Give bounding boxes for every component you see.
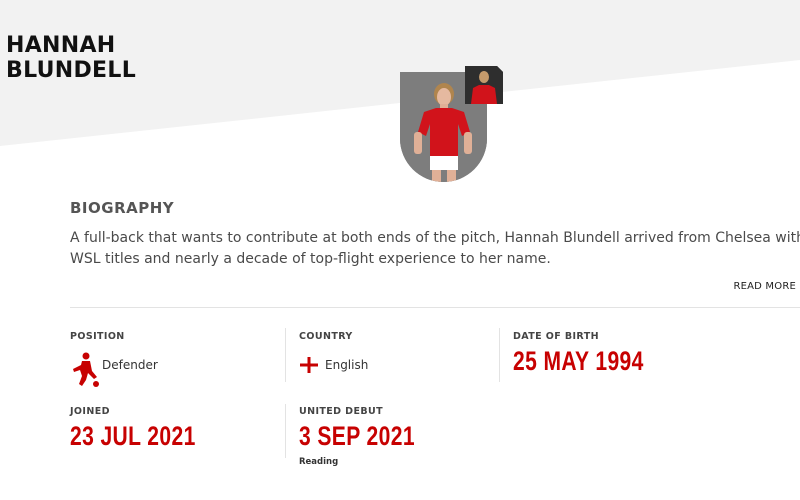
read-more-link[interactable]: READ MORE <box>733 281 796 292</box>
biography-line: WSL titles and nearly a decade of top-fl… <box>70 251 551 267</box>
footballer-icon <box>73 352 99 387</box>
player-name: HANNAH BLUNDELL <box>6 33 136 83</box>
position-value: Defender <box>102 358 158 372</box>
column-divider <box>285 328 286 382</box>
biography-line: A full-back that wants to contribute at … <box>70 230 800 246</box>
england-flag-icon <box>300 357 318 373</box>
player-first-name: HANNAH <box>6 33 116 58</box>
player-thumbnail-image <box>465 66 503 104</box>
joined-value: 23 JUL 2021 <box>70 421 196 451</box>
country-value: English <box>325 358 369 372</box>
country-label: COUNTRY <box>299 331 353 342</box>
united-debut-opponent: Reading <box>299 457 339 467</box>
column-divider <box>499 328 500 382</box>
player-last-name: BLUNDELL <box>6 58 137 83</box>
column-divider <box>285 404 286 458</box>
date-of-birth-label: DATE OF BIRTH <box>513 331 599 342</box>
section-divider <box>70 307 800 308</box>
biography-text: A full-back that wants to contribute at … <box>70 228 800 270</box>
united-debut-value: 3 SEP 2021 <box>299 421 415 451</box>
position-label: POSITION <box>70 331 125 342</box>
biography-title: BIOGRAPHY <box>70 199 175 217</box>
player-thumbnail[interactable] <box>465 66 503 104</box>
date-of-birth-value: 25 MAY 1994 <box>513 346 644 376</box>
united-debut-label: UNITED DEBUT <box>299 406 383 417</box>
joined-label: JOINED <box>70 406 110 417</box>
